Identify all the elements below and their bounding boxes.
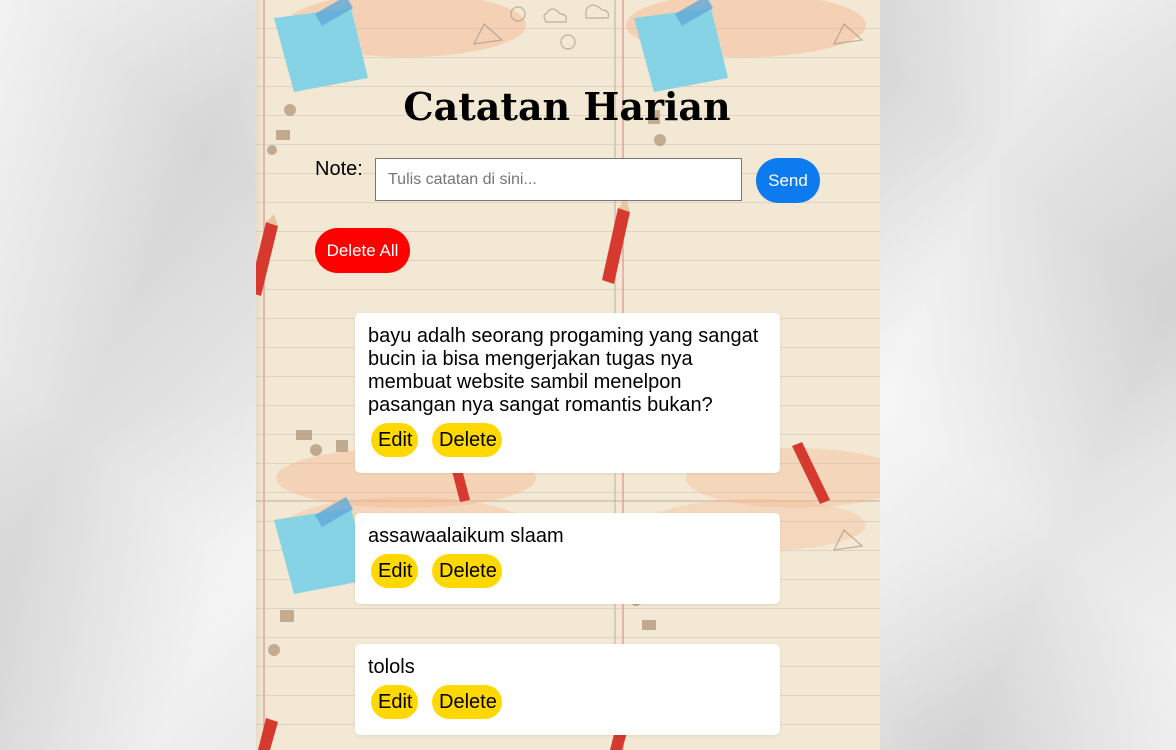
note-label: Note: (315, 158, 363, 180)
note-actions: Edit Delete (368, 685, 768, 719)
note-actions: Edit Delete (368, 554, 768, 588)
page-title: Catatan Harian (403, 84, 731, 129)
pencil-icon (602, 198, 630, 284)
note-text: bayu adalh seorang progaming yang sangat… (368, 325, 759, 416)
pencil-icon (256, 214, 278, 296)
pencil-icon (258, 718, 278, 750)
send-button[interactable]: Send (756, 158, 820, 203)
note-card: bayu adalh seorang progaming yang sangat… (355, 313, 780, 473)
edit-button[interactable]: Edit (371, 685, 418, 719)
note-actions: Edit Delete (368, 423, 768, 457)
note-card: assawaalaikum slaam Edit Delete (355, 513, 780, 604)
delete-button[interactable]: Delete (432, 685, 502, 719)
edit-button[interactable]: Edit (371, 554, 418, 588)
delete-button[interactable]: Delete (432, 423, 502, 457)
delete-button[interactable]: Delete (432, 554, 502, 588)
edit-button[interactable]: Edit (371, 423, 418, 457)
note-text: tolols (368, 656, 415, 678)
note-text: assawaalaikum slaam (368, 525, 564, 547)
delete-all-button[interactable]: Delete All (315, 228, 410, 273)
note-input[interactable] (375, 158, 742, 201)
note-card: tolols Edit Delete (355, 644, 780, 735)
